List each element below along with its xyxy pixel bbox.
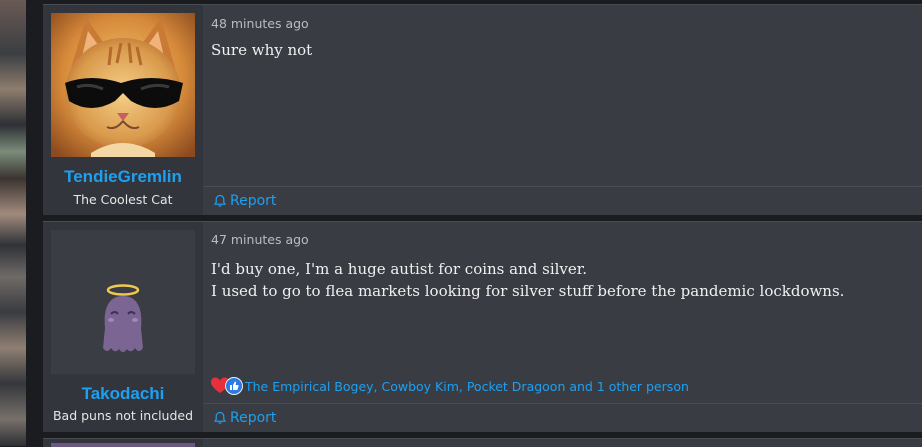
- avatar[interactable]: [51, 230, 195, 374]
- cat-avatar-image: [51, 13, 195, 157]
- post-footer: Report: [203, 403, 922, 432]
- thumbs-up-icon: [225, 377, 243, 395]
- post-body: I'd buy one, I'm a huge autist for coins…: [211, 258, 902, 302]
- report-label: Report: [230, 410, 277, 426]
- username[interactable]: TendieGremlin: [43, 167, 203, 187]
- post-text-line: Sure why not: [211, 41, 313, 59]
- avatar[interactable]: [51, 443, 195, 447]
- user-title: Bad puns not included: [52, 408, 194, 423]
- user-column: Takodachi Bad puns not included: [43, 222, 203, 432]
- bell-icon: [213, 194, 227, 207]
- post-timestamp[interactable]: 48 minutes ago: [211, 16, 309, 31]
- post-timestamp[interactable]: 47 minutes ago: [211, 232, 309, 247]
- reactions-bar[interactable]: The Empirical Bogey, Cowboy Kim, Pocket …: [211, 377, 689, 395]
- avatar[interactable]: [51, 13, 195, 157]
- username[interactable]: Takodachi: [43, 384, 203, 404]
- post: TendieGremlin The Coolest Cat 48 minutes…: [43, 4, 922, 215]
- post-body: Sure why not: [211, 39, 902, 61]
- bell-icon: [213, 411, 227, 424]
- user-column: TendieGremlin The Coolest Cat: [43, 5, 203, 215]
- reactions-users[interactable]: The Empirical Bogey, Cowboy Kim, Pocket …: [245, 379, 689, 394]
- background-image-strip: [0, 0, 26, 446]
- ghost-avatar-image: [103, 284, 143, 352]
- post: Takodachi Bad puns not included 47 minut…: [43, 221, 922, 432]
- reaction-icons: [211, 377, 243, 395]
- page-gutter: [26, 0, 44, 446]
- report-button[interactable]: Report: [213, 193, 276, 209]
- post-text-line: I'd buy one, I'm a huge autist for coins…: [211, 260, 588, 278]
- post-text-line: I used to go to flea markets looking for…: [211, 282, 845, 300]
- report-button[interactable]: Report: [213, 410, 276, 426]
- user-title: The Coolest Cat: [73, 192, 173, 207]
- report-label: Report: [230, 193, 277, 209]
- post-footer: Report: [203, 186, 922, 215]
